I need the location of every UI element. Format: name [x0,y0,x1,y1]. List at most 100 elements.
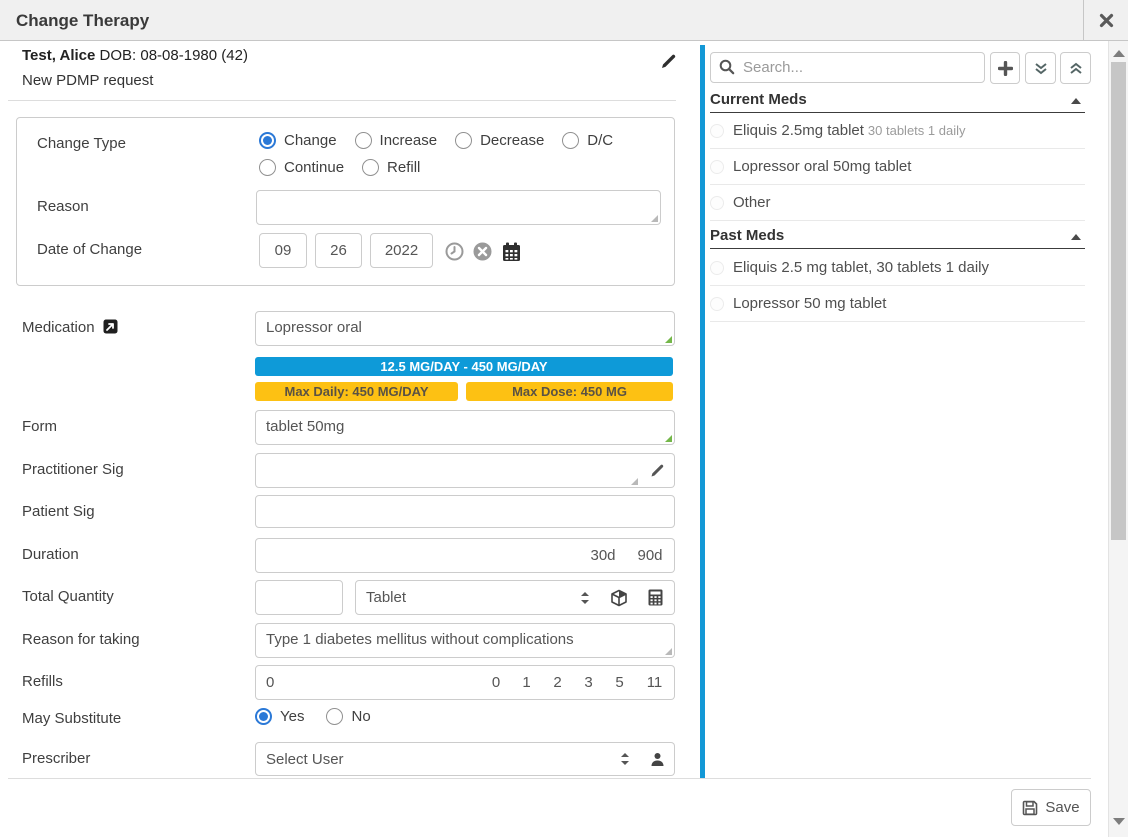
change-therapy-dialog: Change Therapy Test, Alice DOB: 08-08-19… [0,0,1128,837]
med-radio-icon [710,261,724,275]
change-type-radios-row1: Change Increase Decrease D/C [259,132,613,149]
current-med-item[interactable]: Lopressor oral 50mg tablet [710,149,1085,185]
radio-dot [259,159,276,176]
user-icon [650,752,665,767]
reason-taking-textarea[interactable]: Type 1 diabetes mellitus without complic… [255,623,675,658]
practitioner-sig-textarea[interactable] [255,453,641,488]
past-meds-header[interactable]: Past Meds [710,227,1085,249]
may-substitute-label: May Substitute [22,710,121,727]
dose-range-badge: 12.5 MG/DAY - 450 MG/DAY [255,357,673,376]
date-day-input[interactable] [315,233,362,268]
dialog-header: Change Therapy [0,0,1128,41]
form-textarea[interactable]: tablet 50mg [255,410,675,445]
current-meds-header[interactable]: Current Meds [710,91,1085,113]
medication-label: Medication [22,319,118,336]
med-name: Lopressor 50 mg tablet [733,295,886,312]
reason-taking-label: Reason for taking [22,631,140,648]
scroll-up-icon[interactable] [1113,50,1125,57]
radio-dot [355,132,372,149]
refills-quick-0[interactable]: 0 [481,665,512,700]
expand-all-button[interactable] [1025,52,1056,84]
pdmp-request-link[interactable]: New PDMP request [22,72,153,89]
radio-increase[interactable]: Increase [355,132,438,149]
quantity-unit-value: Tablet [366,589,580,606]
radio-substitute-no[interactable]: No [326,708,370,725]
radio-continue[interactable]: Continue [259,159,344,176]
scrollbar-thumb[interactable] [1111,62,1126,540]
quantity-unit-select[interactable]: Tablet [355,580,601,615]
chevron-double-down-icon [1034,62,1048,75]
scroll-down-icon[interactable] [1113,818,1125,825]
radio-refill[interactable]: Refill [362,159,420,176]
clock-icon[interactable] [445,242,464,261]
practitioner-sig-edit-button[interactable] [640,453,675,488]
practitioner-sig-label: Practitioner Sig [22,461,124,478]
package-button[interactable] [600,580,638,615]
radio-dot [326,708,343,725]
refills-input[interactable] [255,665,482,700]
change-type-radios-row2: Continue Refill [259,159,420,176]
refills-quick-11[interactable]: 11 [635,665,675,700]
med-search-input[interactable] [710,52,985,83]
cube-icon [610,589,628,607]
current-med-item[interactable]: Eliquis 2.5mg tablet30 tablets 1 daily [710,113,1085,149]
med-radio-icon [710,297,724,311]
form-label: Form [22,418,57,435]
radio-dot [259,132,276,149]
radio-dot [562,132,579,149]
calculator-button[interactable] [637,580,675,615]
medication-textarea[interactable]: Lopressor oral [255,311,675,346]
refills-quick-1[interactable]: 1 [511,665,543,700]
past-med-item[interactable]: Eliquis 2.5 mg tablet, 30 tablets 1 dail… [710,250,1085,286]
save-label: Save [1045,799,1079,816]
close-button[interactable] [1083,0,1128,40]
med-name: Lopressor oral 50mg tablet [733,158,911,175]
medication-lookup-icon[interactable] [103,319,118,334]
med-detail: 30 tablets 1 daily [868,123,966,138]
refills-quick-5[interactable]: 5 [604,665,636,700]
med-radio-icon [710,124,724,138]
duration-input[interactable] [255,538,581,573]
chevron-double-up-icon [1069,62,1083,75]
radio-dot [362,159,379,176]
save-button[interactable]: Save [1011,789,1091,826]
sidebar-accent-bar [700,45,705,778]
prescriber-user-button[interactable] [640,742,675,776]
patient-dob: DOB: 08-08-1980 (42) [100,47,248,64]
patient-sig-input[interactable] [255,495,675,528]
reason-textarea[interactable] [256,190,661,225]
patient-info: Test, Alice DOB: 08-08-1980 (42) [22,47,248,64]
divider [8,100,676,101]
radio-decrease[interactable]: Decrease [455,132,544,149]
total-quantity-input[interactable] [255,580,343,615]
date-year-input[interactable] [370,233,433,268]
current-med-item[interactable]: Other [710,185,1085,221]
refills-quick-3[interactable]: 3 [573,665,605,700]
add-med-button[interactable] [990,52,1020,84]
med-radio-icon [710,160,724,174]
duration-label: Duration [22,546,79,563]
radio-substitute-yes[interactable]: Yes [255,708,304,725]
refills-quick-2[interactable]: 2 [542,665,574,700]
duration-90d-button[interactable]: 90d [626,538,675,573]
edit-patient-icon[interactable] [660,53,677,70]
patient-sig-label: Patient Sig [22,503,95,520]
vertical-scrollbar[interactable] [1108,41,1128,837]
med-name: Eliquis 2.5 mg tablet, 30 tablets 1 dail… [733,259,989,276]
duration-30d-button[interactable]: 30d [580,538,627,573]
radio-dc[interactable]: D/C [562,132,613,149]
date-month-input[interactable] [259,233,307,268]
past-med-item[interactable]: Lopressor 50 mg tablet [710,286,1085,322]
reason-label: Reason [37,198,89,215]
select-arrows-icon [580,591,590,605]
change-type-panel: Change Type Change Increase Decrease D/C… [16,117,675,286]
calculator-icon [647,589,664,606]
prescriber-select[interactable]: Select User [255,742,641,776]
calendar-icon[interactable] [501,241,522,262]
clear-date-icon[interactable] [473,242,492,261]
collapse-all-button[interactable] [1060,52,1091,84]
radio-change[interactable]: Change [259,132,337,149]
may-substitute-radios: Yes No [255,708,371,725]
med-name: Other [733,194,771,211]
max-dose-badge: Max Dose: 450 MG [466,382,673,401]
